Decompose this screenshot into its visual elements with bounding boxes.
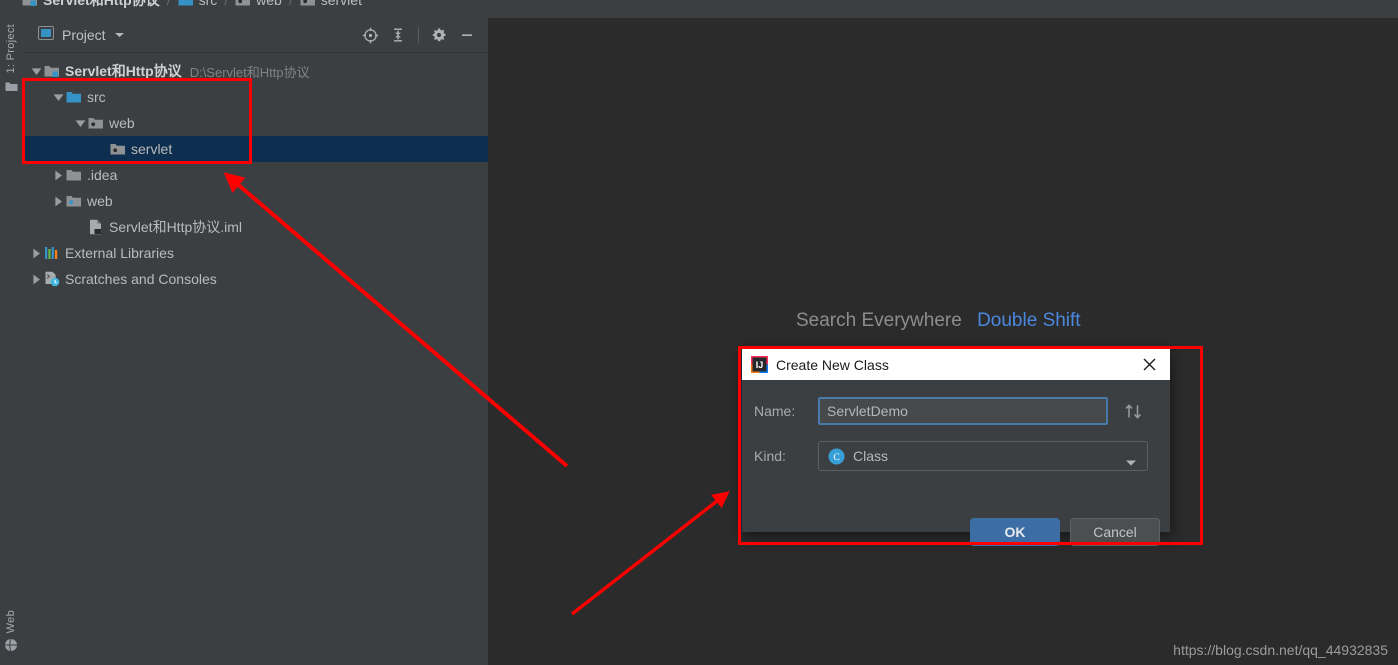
tree-node-servlet[interactable]: servlet (22, 136, 488, 162)
tree-node-label: servlet (131, 141, 173, 157)
breadcrumb-separator: / (288, 0, 293, 8)
chevron-down-icon[interactable] (1125, 454, 1137, 472)
tool-tab-web[interactable]: Web (0, 610, 22, 657)
breadcrumb-item-label: servlet (320, 0, 362, 8)
breadcrumb-item-label: src (198, 0, 218, 8)
breadcrumb-separator: / (224, 0, 229, 8)
breadcrumb-item-label: Servlet和Http协议 (43, 0, 160, 8)
gear-icon[interactable] (426, 22, 452, 48)
breadcrumb-item[interactable]: web (235, 0, 282, 8)
package-folder-icon (87, 116, 104, 130)
dialog-titlebar: IJ Create New Class (742, 349, 1170, 380)
tree-node-label: Servlet和Http协议.iml (109, 219, 243, 235)
project-view-icon (38, 25, 54, 45)
kind-select[interactable]: C Class (818, 441, 1148, 471)
intellij-idea-logo-icon: IJ (751, 356, 768, 373)
ide-window: Servlet和Http协议 / src / web / servlet 1: Projec… (0, 0, 1398, 665)
editor-area: Search Everywhere Double Shift https://b… (488, 18, 1398, 665)
tree-expand-arrow-open[interactable] (30, 65, 43, 78)
name-label: Name: (754, 403, 796, 419)
ok-button[interactable]: OK (970, 518, 1060, 546)
tree-expand-arrow-closed[interactable] (30, 273, 43, 286)
tree-node-label: .idea (87, 167, 118, 183)
tree-node-path: D:\Servlet和Http协议 (189, 64, 310, 80)
create-new-class-dialog: IJ Create New Class Name: Kind: (742, 349, 1170, 546)
search-everywhere-shortcut: Double Shift (977, 310, 1081, 331)
kind-label: Kind: (754, 448, 786, 464)
tree-node-web[interactable]: web (22, 110, 488, 136)
tool-tab-project-label: 1: Project (5, 24, 17, 74)
locate-icon[interactable] (357, 22, 383, 48)
plain-folder-icon (65, 168, 82, 182)
breadcrumb-separator: / (166, 0, 171, 8)
breadcrumb-item[interactable]: servlet (300, 0, 362, 8)
tree-node-.idea[interactable]: .idea (22, 162, 488, 188)
breadcrumb-item[interactable]: Servlet和Http协议 (22, 0, 160, 10)
tree-expand-arrow-closed[interactable] (52, 169, 65, 182)
toolbar-divider (418, 27, 419, 43)
tree-node-label: Servlet和Http协议 (65, 63, 182, 79)
tree-expand-arrow-closed[interactable] (52, 195, 65, 208)
collapse-all-icon[interactable] (385, 22, 411, 48)
project-panel-toolbar (357, 18, 480, 52)
search-everywhere-label: Search Everywhere (796, 310, 962, 331)
kind-value: Class (853, 448, 889, 464)
dialog-buttons: OK Cancel (970, 518, 1160, 546)
tool-tab-project[interactable]: 1: Project (0, 24, 22, 97)
dialog-title: Create New Class (776, 356, 889, 373)
tree-node-label: web (87, 193, 113, 209)
svg-text:IJ: IJ (756, 360, 764, 370)
name-field-row: Name: (754, 397, 1143, 425)
scratches-icon (43, 271, 60, 287)
sort-updown-icon[interactable] (1124, 403, 1143, 420)
dialog-body: Name: Kind: C (742, 380, 1170, 546)
minimize-icon[interactable] (454, 22, 480, 48)
tree-node-ExternalLibraries[interactable]: External Libraries (22, 240, 488, 266)
class-name-input[interactable] (818, 397, 1108, 425)
tree-node-ScratchesandConsoles[interactable]: Scratches and Consoles (22, 266, 488, 292)
tree-node-label: Scratches and Consoles (65, 271, 217, 287)
web-folder-icon (65, 194, 82, 208)
close-icon[interactable] (1138, 349, 1160, 380)
package-folder-icon (235, 0, 251, 7)
class-c-icon: C (828, 448, 845, 465)
tool-tab-web-label: Web (5, 609, 17, 633)
breadcrumb-item-label: web (256, 0, 282, 8)
search-everywhere-hint: Search Everywhere Double Shift (796, 310, 1081, 332)
iml-file-icon (87, 219, 104, 235)
tree-expand-arrow-open[interactable] (52, 91, 65, 104)
tree-node-src[interactable]: src (22, 84, 488, 110)
libraries-icon (43, 246, 60, 260)
package-folder-icon (300, 0, 316, 7)
tree-node-ServletHttp[interactable]: Servlet和Http协议 D:\Servlet和Http协议 (22, 58, 488, 84)
kind-field-row: Kind: C Class (754, 441, 1148, 471)
globe-icon (4, 638, 18, 657)
module-folder-icon (43, 64, 60, 78)
project-tool-window: Project Servlet和Http协议 D:\Servlet和Http协议… (22, 18, 488, 665)
source-folder-icon (65, 90, 82, 104)
package-folder-icon (109, 142, 126, 156)
tree-node-ServletHttp.iml[interactable]: Servlet和Http协议.iml (22, 214, 488, 240)
watermark-url: https://blog.csdn.net/qq_44932835 (1173, 642, 1388, 658)
module-folder-icon (22, 0, 38, 7)
cancel-button[interactable]: Cancel (1070, 518, 1160, 546)
tree-node-label: src (87, 89, 106, 105)
tree-node-label: External Libraries (65, 245, 174, 261)
tree-node-web[interactable]: web (22, 188, 488, 214)
breadcrumb: Servlet和Http协议 / src / web / servlet (0, 0, 1398, 18)
source-folder-icon (178, 0, 194, 7)
project-folder-icon (5, 79, 18, 97)
project-panel-header: Project (22, 18, 488, 53)
breadcrumb-item[interactable]: src (178, 0, 218, 8)
tree-expand-arrow-open[interactable] (74, 117, 87, 130)
tree-expand-arrow-closed[interactable] (30, 247, 43, 260)
chevron-down-icon[interactable] (114, 26, 125, 44)
tool-window-strip-left: 1: Project Web (0, 18, 23, 665)
project-panel-title: Project (62, 27, 106, 43)
tree-node-label: web (109, 115, 135, 131)
project-tree: Servlet和Http协议 D:\Servlet和Http协议 src web ser… (22, 53, 488, 292)
svg-text:C: C (833, 453, 839, 463)
